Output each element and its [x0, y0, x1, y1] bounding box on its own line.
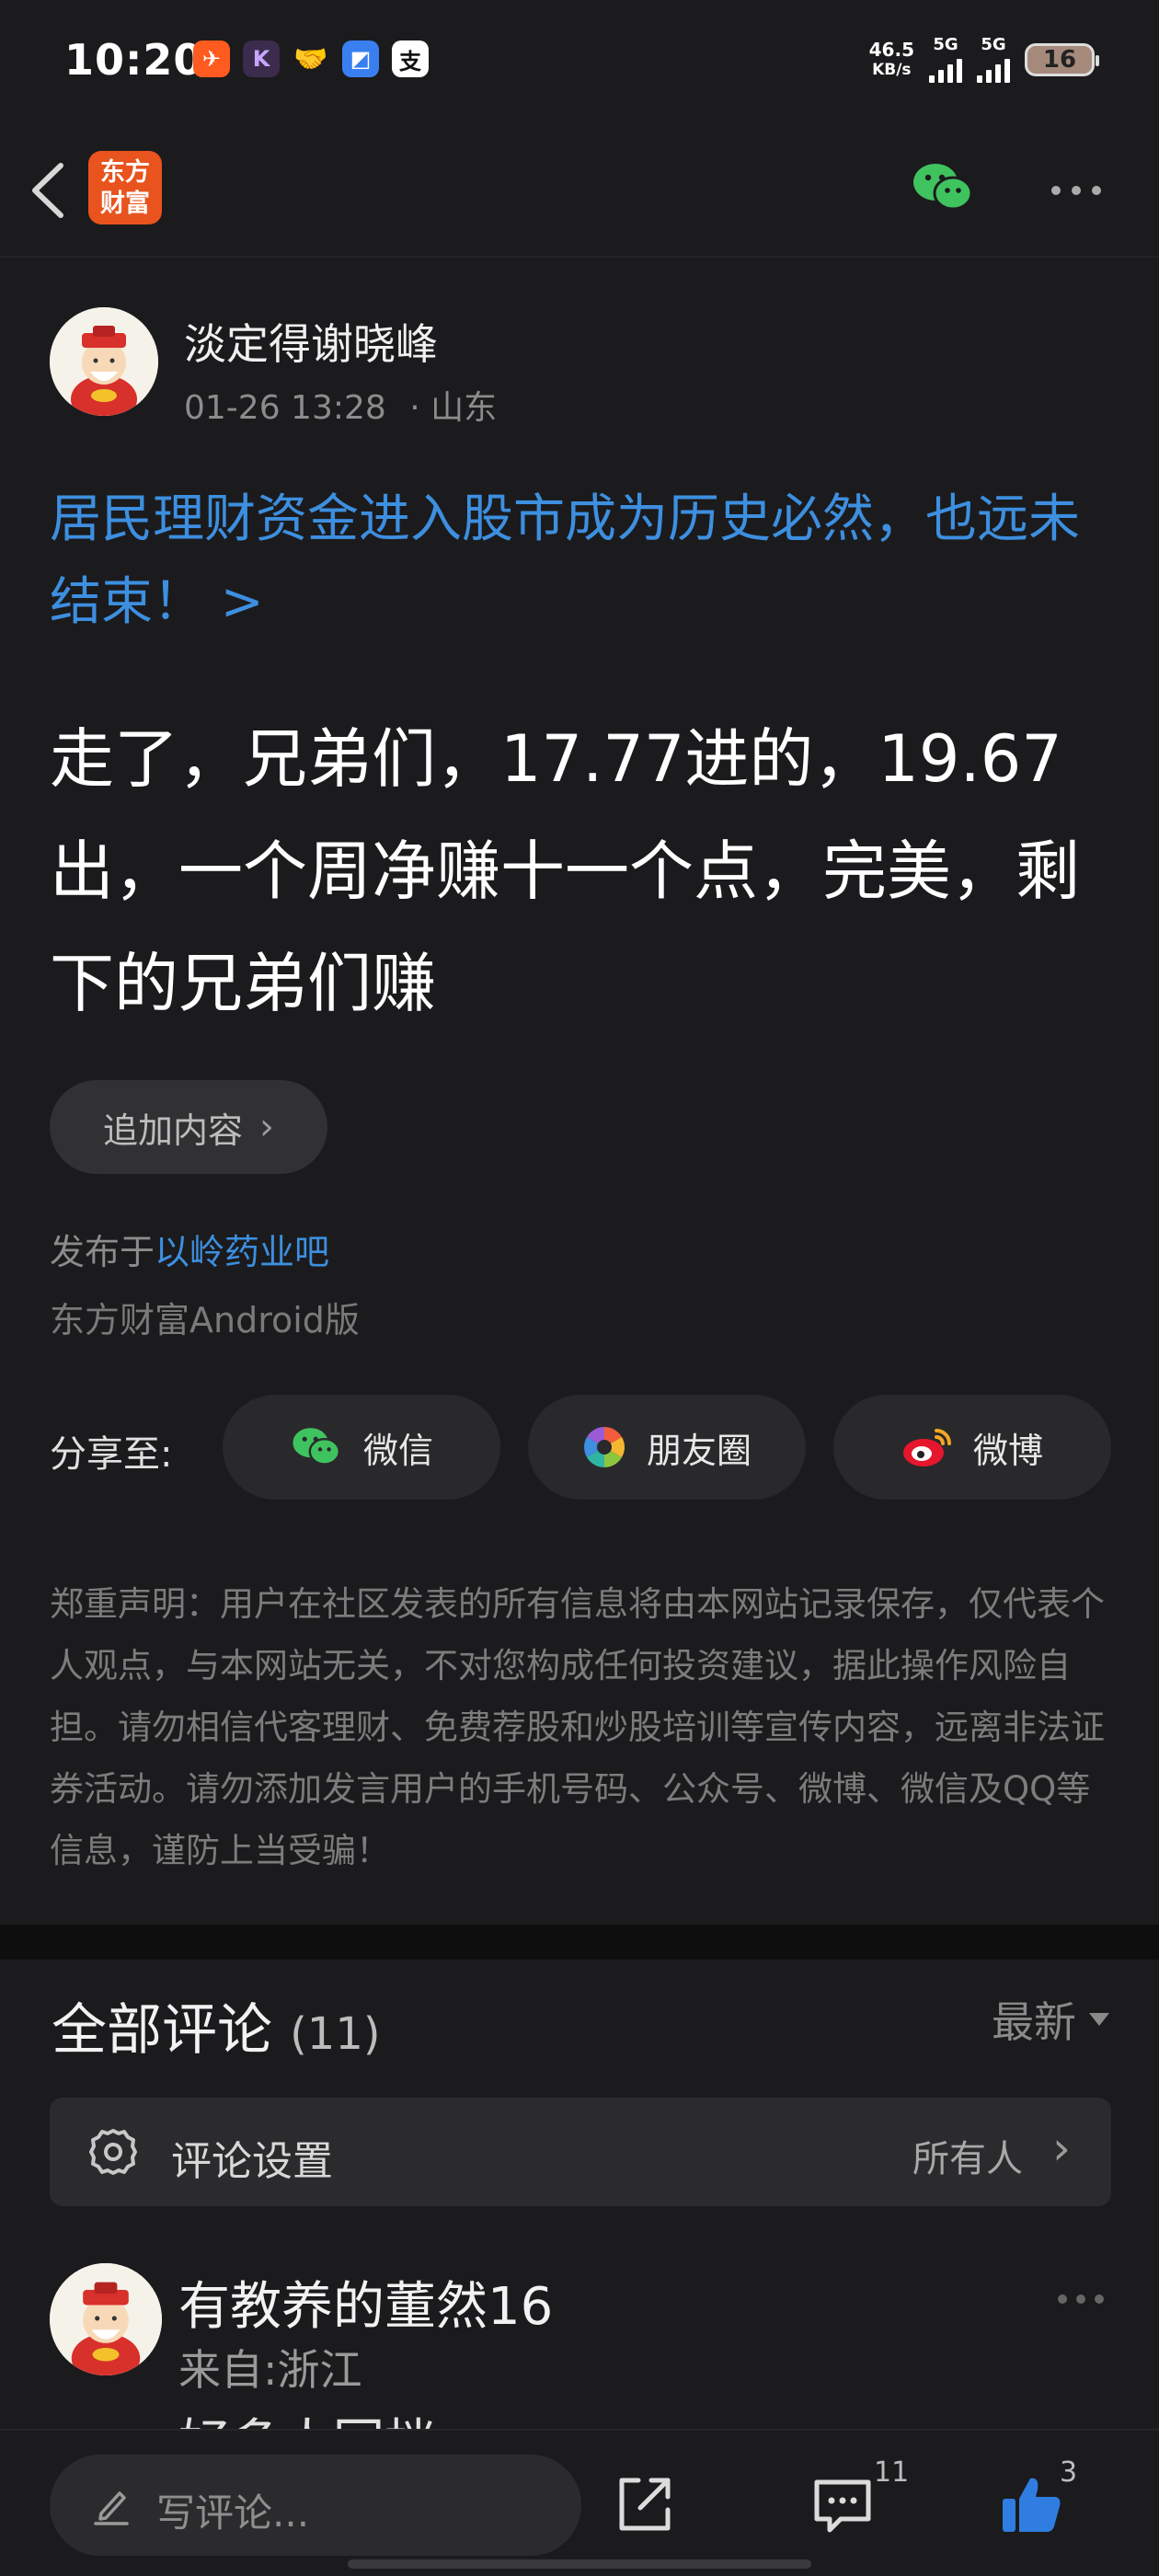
gear-icon: [89, 2129, 137, 2175]
avatar[interactable]: [50, 307, 158, 416]
sim2-label: 5G: [981, 35, 1006, 54]
share-weibo-label: 微博: [972, 1430, 1043, 1471]
fliggy-icon: ✈: [193, 40, 230, 77]
more-options-button[interactable]: [1039, 177, 1113, 204]
pen-icon: [94, 2491, 129, 2525]
fortune-god-avatar-icon: [50, 2263, 162, 2375]
fortune-god-avatar-icon: [50, 307, 158, 416]
eastmoney-logo[interactable]: 东方 财富: [88, 151, 162, 224]
bottom-action-bar: 写评论... 11 3: [0, 2429, 1159, 2576]
comment-settings-row[interactable]: 评论设置 所有人 ›: [50, 2098, 1111, 2206]
comment-location: 来自:浙江: [178, 2345, 362, 2395]
like-count-badge: 3: [1060, 2456, 1078, 2489]
comment-count-badge: 11: [874, 2456, 910, 2489]
published-in: 发布于以岭药业吧: [50, 1224, 329, 1274]
topic-link[interactable]: 居民理财资金进入股市成为历史必然，也远未结束！ >: [50, 478, 1117, 644]
battery-icon: 16: [1025, 43, 1099, 76]
signal-sim2: 5G: [977, 37, 1010, 83]
signal-bars-icon: [929, 57, 962, 83]
status-time: 10:20: [64, 35, 204, 85]
append-content-button[interactable]: 追加内容 ›: [50, 1080, 327, 1174]
write-comment-input[interactable]: 写评论...: [50, 2455, 581, 2556]
append-content-label: 追加内容: [102, 1110, 243, 1151]
back-button[interactable]: [22, 158, 77, 223]
share-moments-label: 朋友圈: [646, 1430, 752, 1471]
thumbs-up-icon[interactable]: [999, 2471, 1065, 2537]
status-bar: 10:20 ✈ K 🤝 ◩ 支 46.5 KB/s 5G 5G 16: [0, 0, 1159, 120]
comment-settings-value: 所有人: [912, 2138, 1023, 2180]
share-weibo-button[interactable]: 微博: [833, 1395, 1111, 1500]
stock-bar-link[interactable]: 以岭药业吧: [155, 1232, 329, 1272]
write-comment-placeholder: 写评论...: [156, 2490, 310, 2536]
post-body: 走了，兄弟们，17.77进的，19.67出，一个周净赚十一个点，完美，剩下的兄弟…: [50, 721, 1080, 1021]
sort-label: 最新: [992, 1997, 1076, 2047]
author-name[interactable]: 淡定得谢晓峰: [184, 311, 438, 372]
handshake-icon: 🤝: [293, 42, 328, 75]
comment-settings-label: 评论设置: [171, 2138, 333, 2185]
post-location: · 山东: [409, 389, 498, 427]
chevron-right-icon: ›: [259, 1106, 274, 1148]
client-version: 东方财富Android版: [50, 1300, 360, 1340]
post-meta: 01-26 13:28 · 山东: [184, 381, 497, 429]
logo-line1: 东方: [100, 158, 150, 187]
share-wechat-button[interactable]: 微信: [223, 1395, 500, 1500]
section-divider: [0, 1925, 1159, 1960]
sort-dropdown[interactable]: 最新: [992, 1989, 1109, 2050]
comments-title-text: 全部评论: [52, 1998, 272, 2063]
home-indicator: [348, 2559, 811, 2569]
weibo-icon: [902, 1429, 951, 1466]
share-wechat-label: 微信: [362, 1430, 433, 1471]
comment-icon[interactable]: [809, 2471, 876, 2537]
chevron-right-icon: ›: [1052, 2122, 1071, 2175]
share-label: 分享至:: [50, 1433, 173, 1476]
blue-app-icon: ◩: [342, 40, 379, 77]
alipay-icon: 支: [392, 40, 429, 77]
share-moments-button[interactable]: 朋友圈: [528, 1395, 806, 1500]
signal-bars-icon: [977, 57, 1010, 83]
status-app-icons: ✈ K 🤝 ◩ 支: [193, 40, 429, 77]
back-arrow-icon: [32, 163, 63, 218]
battery-level: 16: [1042, 46, 1077, 74]
net-speed: 46.5 KB/s: [869, 40, 914, 80]
status-indicators: 46.5 KB/s 5G 5G 16: [869, 37, 1099, 83]
post-timestamp: 01-26 13:28: [184, 389, 386, 427]
moments-icon: [584, 1427, 625, 1467]
signal-sim1: 5G: [929, 37, 962, 83]
logo-line2: 财富: [100, 190, 150, 218]
net-speed-unit: KB/s: [872, 61, 912, 79]
comment-more-button[interactable]: [1058, 2294, 1104, 2304]
published-prefix: 发布于: [50, 1232, 155, 1272]
k-app-icon: K: [243, 40, 280, 77]
share-external-icon[interactable]: [611, 2471, 677, 2537]
disclaimer: 郑重声明：用户在社区发表的所有信息将由本网站记录保存，仅代表个人观点，与本网站无…: [50, 1584, 1105, 1870]
comment-author-name[interactable]: 有教养的董然16: [178, 2265, 553, 2340]
comments-count: (11): [290, 2008, 381, 2060]
net-speed-value: 46.5: [868, 39, 914, 61]
wechat-share-icon[interactable]: [911, 160, 975, 215]
sim1-label: 5G: [933, 35, 958, 54]
comments-title: 全部评论 (11): [52, 1985, 381, 2065]
top-nav-bar: 东方 财富: [0, 120, 1159, 258]
author-avatar-wrap[interactable]: [50, 307, 158, 416]
comment-avatar[interactable]: [50, 2263, 162, 2375]
caret-down-icon: [1089, 2013, 1109, 2026]
wechat-icon: [293, 1428, 340, 1466]
